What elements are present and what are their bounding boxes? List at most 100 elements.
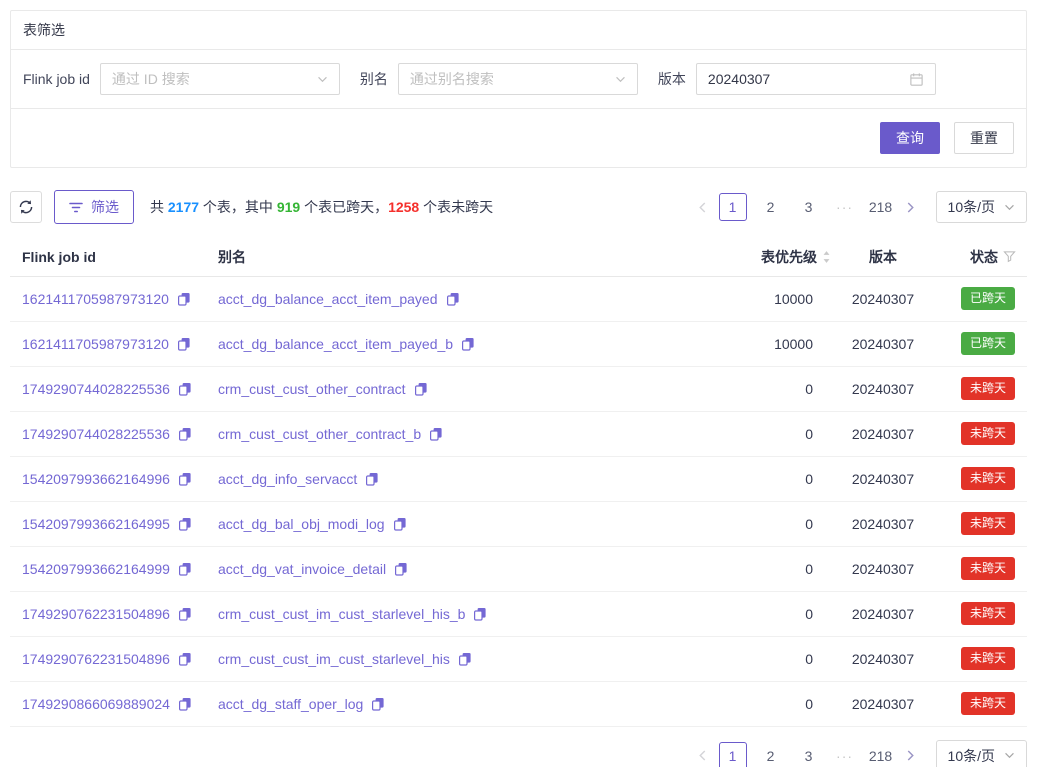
alias-link[interactable]: crm_cust_cust_im_cust_starlevel_his xyxy=(218,651,450,667)
version-label: 版本 xyxy=(658,69,686,89)
total-count: 2177 xyxy=(168,199,199,215)
flink-job-id-link[interactable]: 1749290744028225536 xyxy=(22,426,170,442)
refresh-button[interactable] xyxy=(10,191,42,223)
copy-icon[interactable] xyxy=(446,292,460,306)
table-row: 1542097993662164995 acct_dg_bal_obj_modi_… xyxy=(10,501,1027,546)
flink-job-id-link[interactable]: 1621411705987973120 xyxy=(22,336,169,352)
alias-link[interactable]: acct_dg_balance_acct_item_payed_b xyxy=(218,336,453,352)
alias-link[interactable]: crm_cust_cust_im_cust_starlevel_his_b xyxy=(218,606,465,622)
copy-icon[interactable] xyxy=(393,517,407,531)
pagination-page-2[interactable]: 2 xyxy=(757,742,785,767)
copy-icon[interactable] xyxy=(178,472,192,486)
copy-icon[interactable] xyxy=(178,382,192,396)
copy-icon[interactable] xyxy=(178,652,192,666)
alias-link[interactable]: acct_dg_info_servacct xyxy=(218,471,357,487)
column-header-priority[interactable]: 表优先级 xyxy=(703,238,835,276)
alias-link[interactable]: acct_dg_vat_invoice_detail xyxy=(218,561,386,577)
status-badge: 未跨天 xyxy=(961,647,1015,670)
flink-job-id-link[interactable]: 1749290866069889024 xyxy=(22,696,170,712)
pagination-prev[interactable] xyxy=(692,193,714,221)
sorter-icon[interactable] xyxy=(822,250,831,264)
pagination-page-2[interactable]: 2 xyxy=(757,193,785,221)
copy-icon[interactable] xyxy=(365,472,379,486)
status-badge: 未跨天 xyxy=(961,422,1015,445)
alias-link[interactable]: crm_cust_cust_other_contract xyxy=(218,381,406,397)
pagination-page-1[interactable]: 1 xyxy=(719,742,747,767)
flink-job-id-link[interactable]: 1749290744028225536 xyxy=(22,381,170,397)
version-cell: 20240307 xyxy=(835,636,931,681)
copy-icon[interactable] xyxy=(178,517,192,531)
copy-icon[interactable] xyxy=(473,607,487,621)
alias-link[interactable]: acct_dg_balance_acct_item_payed xyxy=(218,291,438,307)
priority-cell: 0 xyxy=(703,636,835,681)
flink-job-id-link[interactable]: 1542097993662164999 xyxy=(22,561,170,577)
page-size-select[interactable]: 10条/页 xyxy=(936,740,1027,767)
pagination-ellipsis[interactable]: ··· xyxy=(833,748,857,764)
pagination-page-1[interactable]: 1 xyxy=(719,193,747,221)
pagination-next[interactable] xyxy=(900,742,922,767)
page: 表筛选 Flink job id 通过 ID 搜索 别名 通过别名搜索 xyxy=(0,0,1037,767)
flink-job-id-link[interactable]: 1621411705987973120 xyxy=(22,291,169,307)
bottom-pagination-area: 123 ··· 218 10条/页 xyxy=(10,740,1027,767)
pagination: 123 ··· 218 xyxy=(692,193,922,221)
status-badge: 未跨天 xyxy=(961,557,1015,580)
version-date-picker[interactable] xyxy=(696,63,936,95)
copy-icon[interactable] xyxy=(371,697,385,711)
priority-cell: 10000 xyxy=(703,321,835,366)
flink-job-id-placeholder: 通过 ID 搜索 xyxy=(112,69,190,89)
flink-job-id-link[interactable]: 1542097993662164995 xyxy=(22,516,170,532)
alias-select[interactable]: 通过别名搜索 xyxy=(398,63,638,95)
flink-job-id-field: Flink job id 通过 ID 搜索 xyxy=(23,63,340,95)
reset-button[interactable]: 重置 xyxy=(954,122,1014,154)
status-badge: 未跨天 xyxy=(961,512,1015,535)
funnel-filter-icon[interactable] xyxy=(1003,250,1016,263)
priority-cell: 0 xyxy=(703,546,835,591)
flink-job-id-link[interactable]: 1542097993662164996 xyxy=(22,471,170,487)
copy-icon[interactable] xyxy=(429,427,443,441)
copy-icon[interactable] xyxy=(178,607,192,621)
chevron-down-icon xyxy=(317,76,328,83)
pagination-page-218[interactable]: 218 xyxy=(867,742,895,767)
chevron-down-icon xyxy=(1004,752,1015,759)
alias-link[interactable]: acct_dg_bal_obj_modi_log xyxy=(218,516,385,532)
pagination-prev[interactable] xyxy=(692,742,714,767)
copy-icon[interactable] xyxy=(177,292,191,306)
pagination-next[interactable] xyxy=(900,193,922,221)
version-cell: 20240307 xyxy=(835,321,931,366)
table-body: 1621411705987973120 acct_dg_balance_acct_… xyxy=(10,276,1027,726)
flink-job-id-link[interactable]: 1749290762231504896 xyxy=(22,651,170,667)
flink-job-id-link[interactable]: 1749290762231504896 xyxy=(22,606,170,622)
page-size-select[interactable]: 10条/页 xyxy=(936,191,1027,223)
table-row: 1749290744028225536 crm_cust_cust_other_c… xyxy=(10,366,1027,411)
page-size-label: 10条/页 xyxy=(948,197,995,217)
table-toolbar: 筛选 共 2177 个表，其中 919 个表已跨天，1258 个表未跨天 123… xyxy=(10,190,1027,224)
copy-icon[interactable] xyxy=(394,562,408,576)
table-row: 1749290744028225536 crm_cust_cust_other_c… xyxy=(10,411,1027,456)
copy-icon[interactable] xyxy=(178,697,192,711)
version-cell: 20240307 xyxy=(835,276,931,321)
copy-icon[interactable] xyxy=(461,337,475,351)
alias-link[interactable]: crm_cust_cust_other_contract_b xyxy=(218,426,421,442)
version-input[interactable] xyxy=(708,71,888,87)
calendar-icon xyxy=(909,72,924,87)
table-row: 1749290762231504896 crm_cust_cust_im_cust… xyxy=(10,636,1027,681)
copy-icon[interactable] xyxy=(177,337,191,351)
filter-button[interactable]: 筛选 xyxy=(54,190,134,224)
copy-icon[interactable] xyxy=(178,427,192,441)
priority-cell: 0 xyxy=(703,501,835,546)
pagination-page-3[interactable]: 3 xyxy=(795,193,823,221)
flink-job-id-label: Flink job id xyxy=(23,71,90,87)
pagination-page-3[interactable]: 3 xyxy=(795,742,823,767)
copy-icon[interactable] xyxy=(458,652,472,666)
version-field: 版本 xyxy=(658,63,936,95)
copy-icon[interactable] xyxy=(178,562,192,576)
column-header-version: 版本 xyxy=(835,238,931,276)
alias-placeholder: 通过别名搜索 xyxy=(410,69,494,89)
flink-job-id-select[interactable]: 通过 ID 搜索 xyxy=(100,63,340,95)
pagination-ellipsis[interactable]: ··· xyxy=(833,199,857,215)
status-badge: 已跨天 xyxy=(961,332,1015,355)
pagination-page-218[interactable]: 218 xyxy=(867,193,895,221)
alias-link[interactable]: acct_dg_staff_oper_log xyxy=(218,696,363,712)
copy-icon[interactable] xyxy=(414,382,428,396)
query-button[interactable]: 查询 xyxy=(880,122,940,154)
